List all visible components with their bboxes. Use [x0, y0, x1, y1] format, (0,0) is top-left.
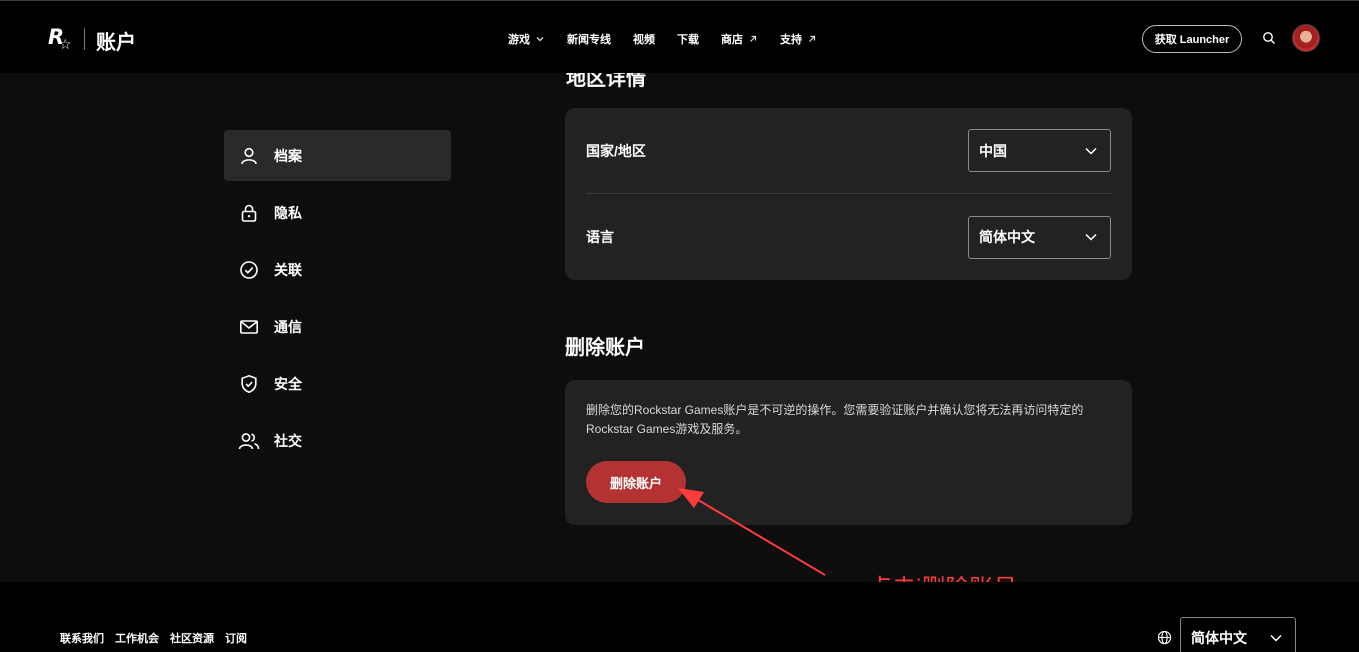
sidebar-item-linked[interactable]: 关联 [224, 244, 451, 295]
footer-link-careers[interactable]: 工作机会 [115, 630, 159, 646]
footer-language-select[interactable]: 简体中文 [1180, 617, 1296, 652]
footer: 联系我们 工作机会 社区资源 订阅 简体中文 [0, 582, 1359, 652]
mail-icon [238, 316, 260, 338]
user-icon [238, 145, 260, 167]
footer-link-contact[interactable]: 联系我们 [60, 630, 104, 646]
nav-games[interactable]: 游戏 [508, 31, 545, 47]
page-title: 账户 [96, 32, 136, 54]
sidebar-item-label: 隐私 [274, 204, 302, 221]
nav-support[interactable]: 支持 [780, 31, 817, 47]
sidebar-item-profile[interactable]: 档案 [224, 130, 451, 181]
sidebar-item-label: 通信 [274, 318, 302, 335]
chevron-down-icon [1270, 634, 1282, 642]
main-nav: 游戏 新闻专线 视频 下载 商店 支持 [508, 31, 839, 47]
sidebar-item-social[interactable]: 社交 [224, 415, 451, 466]
country-label: 国家/地区 [586, 142, 646, 159]
sidebar-item-security[interactable]: 安全 [224, 358, 451, 409]
top-header: R ☆ 账户 游戏 新闻专线 视频 下载 商店 支持 获取 Launcher [0, 0, 1359, 73]
language-select[interactable]: 简体中文 [968, 215, 1111, 259]
nav-downloads[interactable]: 下载 [677, 31, 699, 47]
delete-account-description: 删除您的Rockstar Games账户是不可逆的操作。您需要验证账户并确认您将… [586, 403, 1084, 436]
sidebar-item-privacy[interactable]: 隐私 [224, 187, 451, 238]
footer-language-value: 简体中文 [1191, 629, 1247, 646]
footer-link-community[interactable]: 社区资源 [170, 630, 214, 646]
user-avatar[interactable] [1292, 24, 1320, 52]
shield-icon [238, 373, 260, 395]
get-launcher-button[interactable]: 获取 Launcher [1142, 25, 1242, 53]
sidebar-item-label: 社交 [274, 432, 302, 449]
nav-videos[interactable]: 视频 [633, 31, 655, 47]
nav-store[interactable]: 商店 [721, 31, 758, 47]
account-sidebar: 档案 隐私 关联 通信 安全 社交 [224, 130, 451, 472]
chevron-down-icon [1085, 233, 1097, 241]
language-row: 语言 简体中文 [586, 194, 1111, 280]
delete-account-title: 删除账户 [565, 337, 645, 359]
header-divider [84, 28, 85, 50]
footer-links: 联系我们 工作机会 社区资源 订阅 [60, 630, 247, 646]
country-row: 国家/地区 中国 [586, 108, 1111, 194]
chevron-down-icon [1085, 147, 1097, 155]
region-details-panel: 国家/地区 中国 语言 简体中文 [565, 108, 1132, 280]
external-arrow-icon [750, 35, 757, 42]
lock-icon [238, 202, 260, 224]
globe-icon [1157, 630, 1172, 645]
nav-newswire[interactable]: 新闻专线 [567, 31, 611, 47]
delete-account-panel: 删除您的Rockstar Games账户是不可逆的操作。您需要验证账户并确认您将… [565, 380, 1132, 525]
sidebar-item-label: 安全 [274, 375, 302, 392]
rockstar-logo[interactable]: R ☆ [48, 25, 78, 55]
country-select[interactable]: 中国 [968, 129, 1111, 172]
sidebar-item-label: 档案 [274, 147, 302, 164]
chevron-down-icon [536, 37, 544, 42]
external-arrow-icon [809, 35, 816, 42]
language-value: 简体中文 [979, 229, 1035, 245]
check-circle-icon [238, 259, 260, 281]
delete-account-button[interactable]: 删除账户 [586, 461, 686, 503]
sidebar-item-label: 关联 [274, 261, 302, 278]
users-icon [238, 430, 260, 452]
country-value: 中国 [979, 142, 1007, 159]
footer-link-subscribe[interactable]: 订阅 [225, 630, 247, 646]
sidebar-item-communications[interactable]: 通信 [224, 301, 451, 352]
language-label: 语言 [586, 229, 614, 245]
search-icon[interactable] [1262, 31, 1276, 45]
